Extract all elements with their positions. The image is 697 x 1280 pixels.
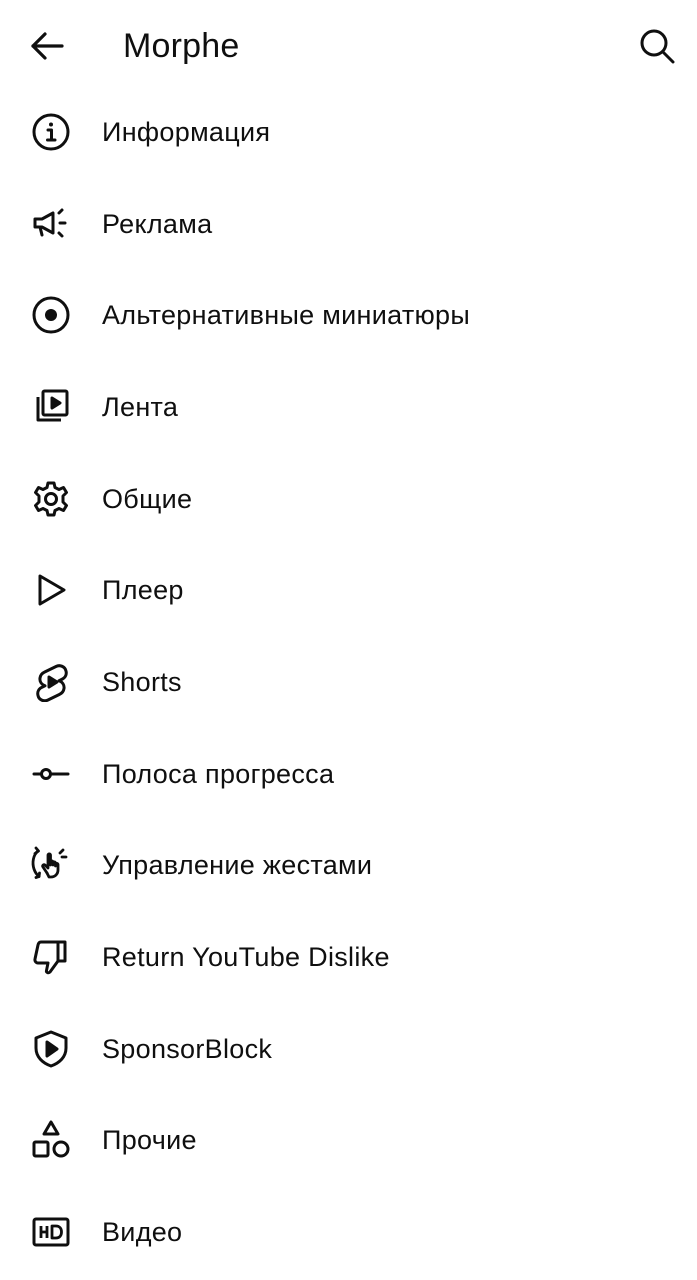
menu-item-label: Return YouTube Dislike xyxy=(102,942,390,973)
progress-bar-icon xyxy=(29,752,73,796)
hd-icon xyxy=(29,1210,73,1254)
search-button[interactable] xyxy=(630,20,684,72)
menu-item-label: SponsorBlock xyxy=(102,1033,273,1064)
menu-item-label: Shorts xyxy=(102,666,182,697)
menu-item-label: Полоса прогресса xyxy=(102,758,335,789)
menu-item-progress-bar[interactable]: Полоса прогресса xyxy=(0,728,697,820)
menu-item-video[interactable]: Видео xyxy=(0,1186,697,1278)
menu-item-label: Общие xyxy=(102,483,193,514)
info-icon xyxy=(29,110,73,154)
gesture-icon xyxy=(29,843,73,887)
shield-play-icon xyxy=(29,1027,73,1071)
play-icon xyxy=(29,568,73,612)
menu-item-other[interactable]: Прочие xyxy=(0,1095,697,1187)
shapes-icon xyxy=(29,1118,73,1162)
megaphone-icon xyxy=(29,202,73,246)
menu-item-label: Плеер xyxy=(102,575,184,606)
menu-item-general[interactable]: Общие xyxy=(0,453,697,545)
thumb-down-icon xyxy=(29,935,73,979)
arrow-left-icon xyxy=(30,31,64,61)
menu-item-gestures[interactable]: Управление жестами xyxy=(0,820,697,912)
menu-item-label: Реклама xyxy=(102,208,213,239)
gear-icon xyxy=(29,477,73,521)
menu-item-player[interactable]: Плеер xyxy=(0,544,697,636)
menu-item-label: Управление жестами xyxy=(102,850,373,881)
top-app-bar: Morphe xyxy=(0,0,697,92)
menu-item-return-youtube-dislike[interactable]: Return YouTube Dislike xyxy=(0,911,697,1003)
settings-menu: Информация Реклама Альтернативные миниат… xyxy=(0,86,697,1278)
back-button[interactable] xyxy=(22,22,72,70)
menu-item-ads[interactable]: Реклама xyxy=(0,178,697,270)
menu-item-label: Видео xyxy=(102,1217,183,1248)
page-title: Morphe xyxy=(123,27,240,65)
menu-item-label: Прочие xyxy=(102,1125,197,1156)
menu-item-feed[interactable]: Лента xyxy=(0,361,697,453)
search-icon xyxy=(639,28,675,64)
menu-item-label: Информация xyxy=(102,116,271,147)
menu-item-label: Лента xyxy=(102,391,179,422)
menu-item-label: Альтернативные миниатюры xyxy=(102,300,471,331)
video-library-icon xyxy=(29,385,73,429)
shorts-icon xyxy=(29,660,73,704)
radio-dot-icon xyxy=(29,293,73,337)
menu-item-shorts[interactable]: Shorts xyxy=(0,636,697,728)
menu-item-sponsorblock[interactable]: SponsorBlock xyxy=(0,1003,697,1095)
menu-item-info[interactable]: Информация xyxy=(0,86,697,178)
menu-item-alt-thumbnails[interactable]: Альтернативные миниатюры xyxy=(0,269,697,361)
